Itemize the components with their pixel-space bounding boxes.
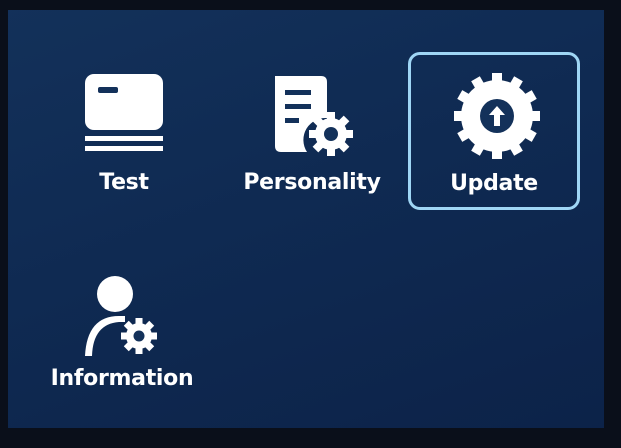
menu-item-update[interactable]: Update <box>408 52 580 210</box>
menu-label-information: Information <box>50 366 194 391</box>
bezel-left <box>0 0 8 448</box>
bezel-right <box>604 0 621 448</box>
update-arrow-icon <box>454 73 540 159</box>
user-settings-icon <box>85 276 157 356</box>
menu-item-test[interactable]: Test <box>38 54 210 212</box>
menu-label-personality: Personality <box>243 170 381 195</box>
device-screen: Test Personality Update Information <box>0 0 621 448</box>
card-icon <box>85 74 163 151</box>
menu-label-update: Update <box>450 171 538 196</box>
menu-item-information[interactable]: Information <box>36 254 208 412</box>
menu-item-personality[interactable]: Personality <box>226 54 398 212</box>
bezel-top <box>0 0 621 10</box>
menu-label-test: Test <box>99 170 149 195</box>
bezel-bottom <box>0 428 621 448</box>
document-settings-icon <box>275 76 353 156</box>
